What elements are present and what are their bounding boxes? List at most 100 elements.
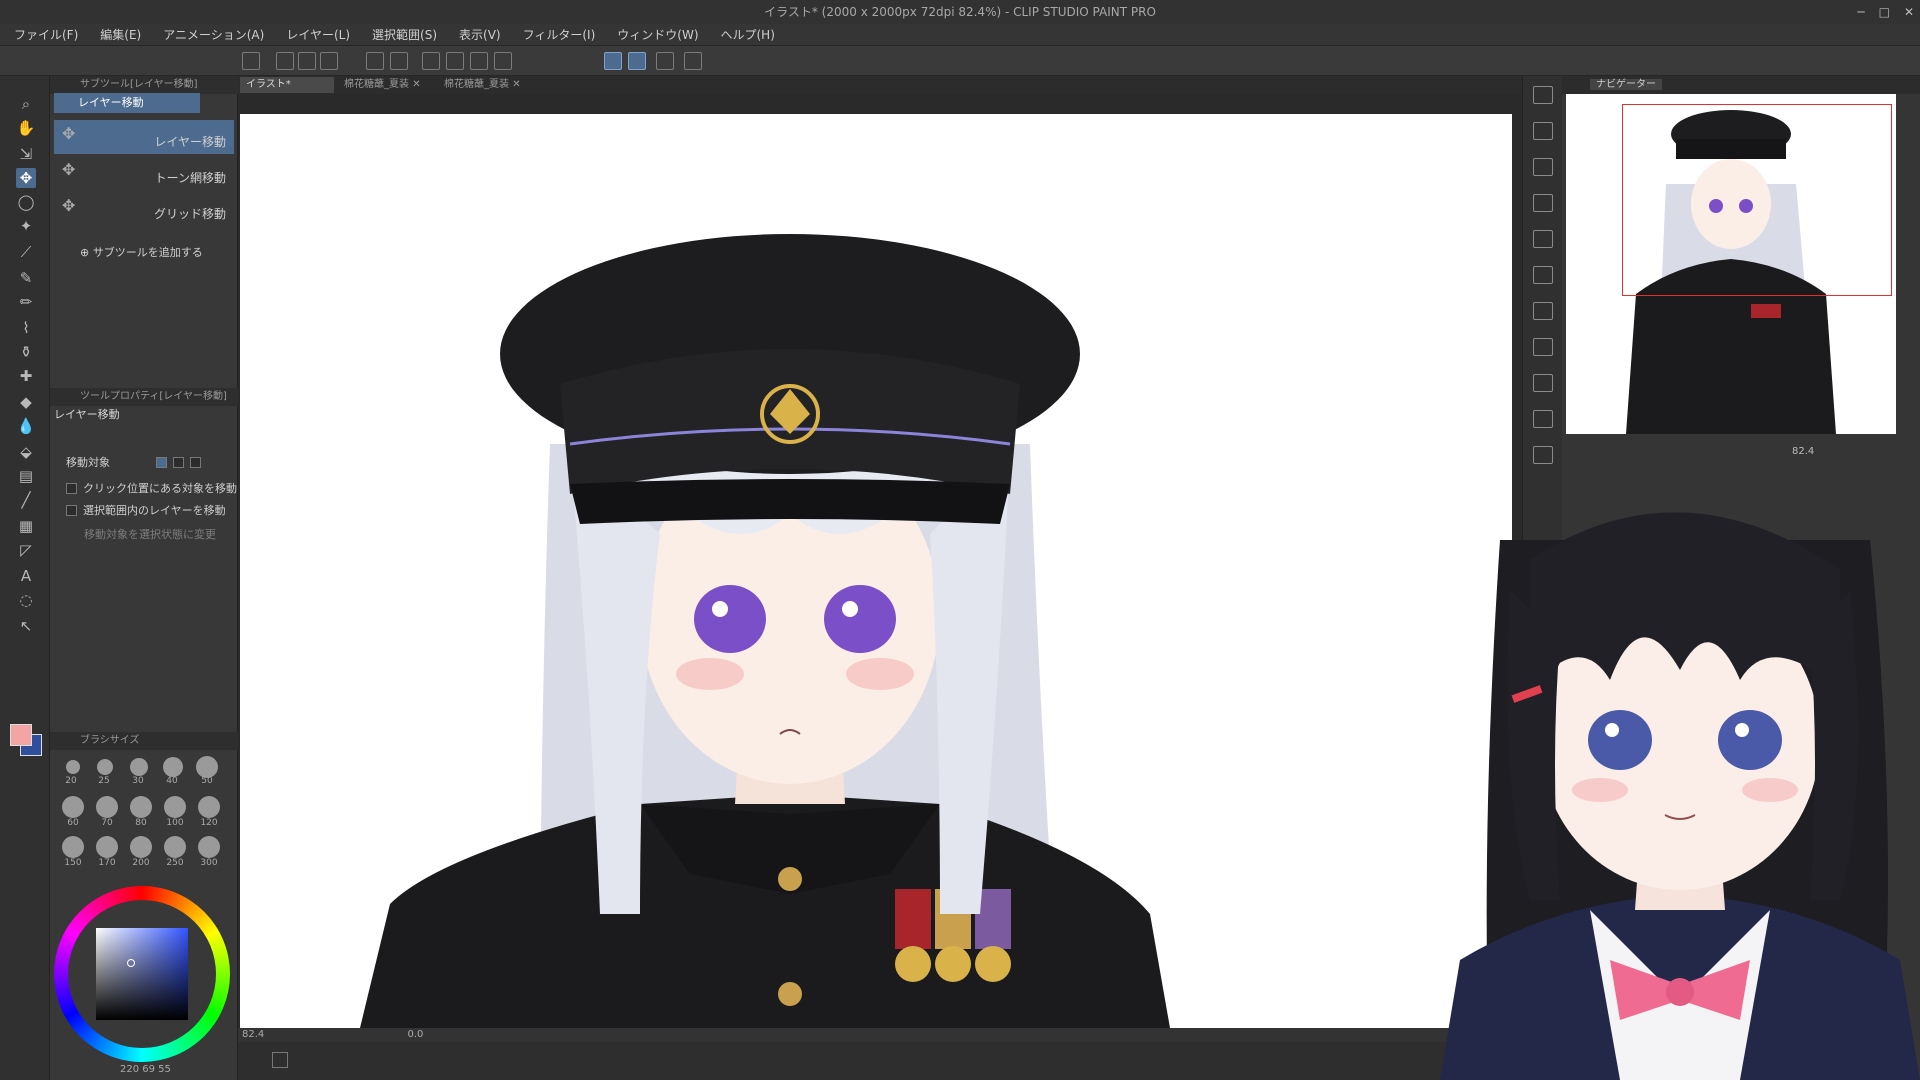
history-icon[interactable] [1533,338,1553,356]
panel-toggle-icon[interactable] [272,1052,288,1068]
menu-view[interactable]: 表示(V) [459,26,501,43]
search-icon[interactable] [1533,86,1553,104]
ruler-tool-icon[interactable]: ◸ [16,540,36,560]
clear-icon[interactable] [422,52,440,70]
hand-tool-icon[interactable]: ✋ [16,118,36,138]
new-file-icon[interactable] [276,52,294,70]
maximize-icon[interactable]: □ [1879,0,1890,24]
airbrush-tool-icon[interactable]: ⚱ [16,342,36,362]
fill-tool-icon[interactable]: ⬙ [16,442,36,462]
subtool-panel-tab[interactable]: サブツール[レイヤー移動] [50,76,238,94]
zoom-readout[interactable]: 82.4 [242,1029,264,1040]
eyedropper-tool-icon[interactable]: ⟋ [16,242,36,262]
tab-summer-1[interactable]: 棉花糖蘸_夏装 ✕ [338,77,434,93]
clip-studio-icon[interactable] [242,52,260,70]
checkbox[interactable] [66,504,77,516]
brush-size-preset[interactable] [130,836,152,858]
pencil-tool-icon[interactable]: ✏ [16,292,36,312]
brush-tool-icon[interactable]: ⌇ [16,318,36,338]
close-tab-icon[interactable]: ✕ [512,79,520,90]
correct-line-tool-icon[interactable]: ↖ [16,616,36,636]
brush-size-preset[interactable] [97,759,113,775]
material-icon[interactable] [1533,230,1553,248]
navigator-view-frame[interactable] [1622,104,1892,296]
navigator-tab[interactable]: ナビゲーター [1590,79,1662,90]
menu-layer[interactable]: レイヤー(L) [286,26,350,43]
menu-selection[interactable]: 選択範囲(S) [372,26,437,43]
auto-select-tool-icon[interactable]: ✦ [16,216,36,236]
tool-property-tab[interactable]: ツールプロパティ[レイヤー移動] [50,388,238,406]
minimize-icon[interactable]: ─ [1857,0,1864,24]
brush-size-preset[interactable] [198,836,220,858]
option-move-in-selection[interactable]: 選択範囲内のレイヤーを移動 [66,502,226,518]
menu-file[interactable]: ファイル(F) [14,26,78,43]
animation-icon[interactable] [1533,302,1553,320]
navigator-preview[interactable] [1566,94,1896,434]
brush-size-preset[interactable] [163,757,183,777]
close-icon[interactable]: ✕ [1904,0,1914,24]
saturation-value-square[interactable] [96,928,188,1020]
brush-size-preset[interactable] [164,796,186,818]
brush-size-preset[interactable] [62,796,84,818]
subtool-layer-move[interactable]: ✥ レイヤー移動 [54,120,234,154]
frame-tool-icon[interactable]: ▦ [16,516,36,536]
brush-size-preset[interactable] [66,760,80,774]
undo-icon[interactable] [366,52,384,70]
selection-tool-icon[interactable]: ◯ [16,192,36,212]
item-bank-icon[interactable] [1533,410,1553,428]
menu-animation[interactable]: アニメーション(A) [163,26,264,43]
main-color-swatch[interactable] [10,724,32,746]
close-tab-icon[interactable]: ✕ [412,79,420,90]
text-tool-icon[interactable]: A [16,566,36,586]
help-icon[interactable] [684,52,702,70]
subtool-tone-move[interactable]: ✥ トーン網移動 [54,156,234,190]
save-icon[interactable] [320,52,338,70]
blend-tool-icon[interactable]: 💧 [16,416,36,436]
color-cursor[interactable] [127,959,135,967]
brush-size-tab[interactable]: ブラシサイズ [50,732,238,750]
brush-size-preset[interactable] [196,756,218,778]
brush-size-preset[interactable] [164,836,186,858]
fill-icon[interactable] [446,52,464,70]
pen-tool-icon[interactable]: ✎ [16,268,36,288]
subtool-group-header[interactable]: レイヤー移動 [54,93,200,113]
layer-search-icon[interactable] [1533,266,1553,284]
crop-icon[interactable] [494,52,512,70]
color-wheel[interactable] [54,886,230,1062]
canvas[interactable] [240,114,1512,1028]
brush-size-preset[interactable] [96,796,118,818]
eraser-tool-icon[interactable]: ◆ [16,392,36,412]
brush-size-preset[interactable] [62,836,84,858]
operation-tool-icon[interactable]: ⇲ [16,144,36,164]
subtool-grid-move[interactable]: ✥ グリッド移動 [54,192,234,226]
add-subtool-button[interactable]: ⊕ サブツールを追加する [80,244,203,260]
menu-window[interactable]: ウィンドウ(W) [617,26,698,43]
tab-illust[interactable]: イラスト* [240,77,334,93]
brush-size-preset[interactable] [130,796,152,818]
decoration-tool-icon[interactable]: ✚ [16,366,36,386]
figure-tool-icon[interactable]: ╱ [16,490,36,510]
close-panel-icon[interactable] [1533,122,1553,140]
checkbox[interactable] [66,482,77,494]
menu-help[interactable]: ヘルプ(H) [721,26,775,43]
auto-action-icon[interactable] [1533,374,1553,392]
snap-special-ruler-icon[interactable] [628,52,646,70]
tab-summer-2[interactable]: 棉花糖蘸_夏装 ✕ [438,77,534,93]
brush-size-preset[interactable] [96,836,118,858]
close-panel-icon[interactable] [1533,194,1553,212]
menu-filter[interactable]: フィルター(I) [523,26,596,43]
rotation-readout[interactable]: 0.0 [407,1029,423,1040]
option-click-position[interactable]: クリック位置にある対象を移動 [66,480,237,496]
gradient-tool-icon[interactable]: ▤ [16,466,36,486]
snap-grid-icon[interactable] [656,52,674,70]
redo-icon[interactable] [390,52,408,70]
zoom-tool-icon[interactable]: ⌕ [16,94,36,114]
open-file-icon[interactable] [298,52,316,70]
brush-size-preset[interactable] [130,758,148,776]
balloon-tool-icon[interactable]: ◌ [16,590,36,610]
snap-ruler-icon[interactable] [604,52,622,70]
transform-icon[interactable] [470,52,488,70]
brush-size-preset[interactable] [198,796,220,818]
move-layer-tool-icon[interactable]: ✥ [16,168,36,188]
menu-edit[interactable]: 編集(E) [100,26,141,43]
